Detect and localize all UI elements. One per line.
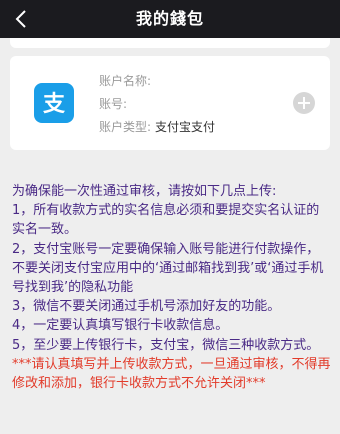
account-type-value: 支付宝支付 (155, 120, 216, 134)
instruction-item: 1，所有收款方式的实名信息必须和要提交实名认证的实名一致。 (12, 203, 320, 238)
account-name-row: 账户名称: (99, 72, 155, 89)
instruction-item: 4，一定要认真填写银行卡收款信息。 (12, 318, 229, 334)
account-type-row: 账户类型: 支付宝支付 (99, 118, 215, 135)
warning-text: ***请认真填写并上传收款方式，一旦通过审核，不得再修改和添加，银行卡收款方式不… (12, 356, 331, 392)
svg-text:支: 支 (43, 92, 66, 117)
alipay-icon: 支 (34, 83, 74, 123)
instruction-item: 3，微信不要关闭通过手机号添加好友的功能。 (12, 299, 281, 315)
instruction-item: 2，支付宝账号一定要确保输入账号能进行付款操作，不要关闭支付宝应用中的‘通过邮箱… (12, 241, 324, 296)
instruction-item: 5，至少要上传银行卡，支付宝，微信三种收款方式。 (12, 337, 320, 353)
account-card[interactable]: 支 账户名称: 账号: 账户类型: 支付宝支付 (10, 56, 330, 150)
account-name-label: 账户名称: (99, 74, 152, 88)
top-bar: 我的錢包 (0, 0, 340, 38)
account-number-label: 账号: (99, 97, 128, 111)
add-account-button[interactable] (293, 92, 315, 114)
page-title: 我的錢包 (135, 9, 204, 28)
upload-instructions: 为确保能一次性通过审核，请按如下几点上传: 1，所有收款方式的实名信息必须和要提… (12, 182, 332, 393)
instructions-intro: 为确保能一次性通过审核，请按如下几点上传: (12, 184, 277, 199)
previous-card-edge (10, 38, 330, 48)
account-type-label: 账户类型: (99, 120, 152, 134)
account-number-row: 账号: (99, 95, 131, 112)
